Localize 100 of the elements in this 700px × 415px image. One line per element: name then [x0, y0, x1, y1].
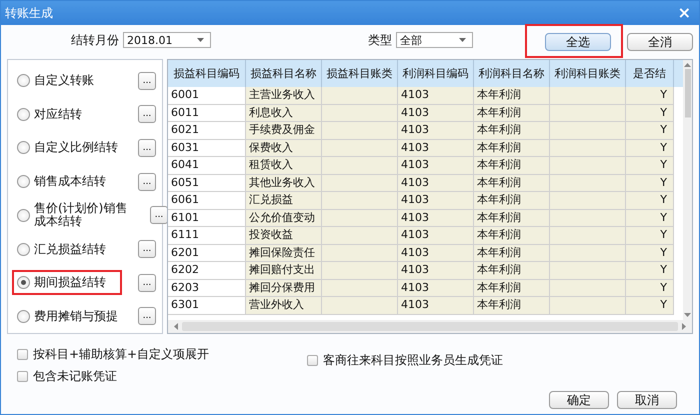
radio-button[interactable] [17, 208, 30, 222]
table-cell: 6111 [168, 227, 246, 244]
table-cell: 本年利润 [474, 174, 550, 192]
checkbox-label: 按科目+辅助核算+自定义项展开 [33, 346, 210, 363]
more-button[interactable]: ... [138, 172, 156, 191]
table-cell: 4103 [398, 297, 474, 314]
radio-label: 期间损益结转 [34, 276, 106, 290]
table-cell: 4103 [398, 280, 474, 297]
table-cell: 4103 [398, 157, 474, 174]
table-cell: 本年利润 [474, 122, 550, 140]
table-cell: Y [626, 280, 674, 297]
table-cell: 本年利润 [474, 227, 550, 244]
radio-button[interactable] [17, 242, 30, 256]
table-cell: Y [626, 157, 674, 174]
down-arrow-icon[interactable] [684, 313, 691, 317]
table-cell: 6021 [168, 122, 246, 140]
radio-button[interactable] [17, 276, 30, 290]
table-cell: 摊回保险责任 [246, 244, 322, 262]
table-cell: 4103 [398, 227, 474, 244]
radio-button[interactable] [17, 175, 30, 188]
radio-button[interactable] [17, 108, 30, 121]
more-button[interactable]: ... [138, 274, 156, 292]
radio-label: 汇兑损益结转 [34, 242, 106, 256]
table-cell: 4103 [398, 140, 474, 157]
table-cell: 6203 [168, 280, 246, 297]
period-dropdown[interactable]: 2018.01 [123, 32, 211, 48]
table-cell: 6201 [168, 244, 246, 262]
radio-label: 对应结转 [34, 108, 82, 121]
table-cell: 4103 [398, 174, 474, 192]
table-cell: 6031 [168, 140, 246, 157]
table-cell: 6041 [168, 157, 246, 174]
table-cell: Y [626, 227, 674, 244]
more-button[interactable]: ... [138, 105, 156, 124]
table-cell: 4103 [398, 87, 474, 104]
left-arrow-icon[interactable] [174, 323, 178, 330]
period-label: 结转月份 [71, 32, 119, 48]
table-cell: 6011 [168, 104, 246, 122]
type-dropdown[interactable]: 全部 [396, 32, 473, 48]
table-cell: 4103 [398, 104, 474, 122]
horizontal-scrollbar[interactable] [168, 320, 692, 333]
more-button[interactable]: ... [138, 72, 156, 90]
table-cell: 主营业务收入 [246, 87, 322, 104]
vertical-scrollbar[interactable] [683, 60, 692, 320]
table-cell: 本年利润 [474, 210, 550, 227]
select-button[interactable]: 全选 [545, 33, 611, 51]
radio-button[interactable] [17, 310, 30, 323]
table-cell: Y [626, 244, 674, 262]
table-cell: 4103 [398, 122, 474, 140]
table-cell: 公允价值变动 [246, 210, 322, 227]
select-button[interactable]: 全消 [627, 33, 693, 51]
table-cell: Y [626, 140, 674, 157]
table-cell: 4103 [398, 192, 474, 210]
caret-icon [459, 38, 466, 42]
table-cell: Y [626, 174, 674, 192]
type-label: 类型 [368, 32, 392, 48]
table-cell: 手续费及佣金 [246, 122, 322, 140]
table-cell: Y [626, 210, 674, 227]
radio-label: 费用摊销与预提 [34, 310, 118, 323]
table-cell: 4103 [398, 210, 474, 227]
table-cell: 本年利润 [474, 262, 550, 280]
ok-button[interactable]: 确定 [549, 391, 609, 409]
radio-button[interactable] [17, 74, 30, 88]
right-arrow-icon[interactable] [682, 323, 686, 330]
table-cell: 摊回赔付支出 [246, 262, 322, 280]
checkbox[interactable] [17, 349, 28, 360]
table-cell: 本年利润 [474, 192, 550, 210]
table-cell: 6101 [168, 210, 246, 227]
table-cell: 6202 [168, 262, 246, 280]
table-cell: 保费收入 [246, 140, 322, 157]
table-cell: 汇兑损益 [246, 192, 322, 210]
more-button[interactable]: ... [150, 206, 168, 224]
cancel-button[interactable]: 取消 [617, 391, 677, 409]
window-title: 转账生成 [5, 4, 53, 22]
more-button[interactable]: ... [138, 138, 156, 157]
checkbox-label: 包含未记账凭证 [33, 368, 117, 385]
table-cell: 4103 [398, 244, 474, 262]
table-cell: 利息收入 [246, 104, 322, 122]
table-cell: 本年利润 [474, 140, 550, 157]
up-arrow-icon[interactable] [684, 63, 691, 67]
table-cell: 本年利润 [474, 87, 550, 104]
table-cell: 6061 [168, 192, 246, 210]
table-cell: 本年利润 [474, 244, 550, 262]
checkbox[interactable] [17, 371, 28, 382]
table-cell: 6001 [168, 87, 246, 104]
table-cell: Y [626, 262, 674, 280]
checkbox[interactable] [307, 355, 318, 366]
radio-button[interactable] [17, 141, 30, 154]
table-cell: Y [626, 192, 674, 210]
table-cell: Y [626, 104, 674, 122]
radio-label: 自定义比例结转 [34, 141, 118, 154]
table-cell: 6301 [168, 297, 246, 314]
table-cell: Y [626, 297, 674, 314]
table-cell: 租赁收入 [246, 157, 322, 174]
more-button[interactable]: ... [138, 307, 156, 326]
table-cell: 其他业务收入 [246, 174, 322, 192]
more-button[interactable]: ... [138, 240, 156, 258]
table-cell: 投资收益 [246, 227, 322, 244]
radio-label: 售价(计划价)销售成本结转 [34, 202, 128, 228]
table-cell: 4103 [398, 262, 474, 280]
radio-label: 销售成本结转 [34, 175, 106, 188]
